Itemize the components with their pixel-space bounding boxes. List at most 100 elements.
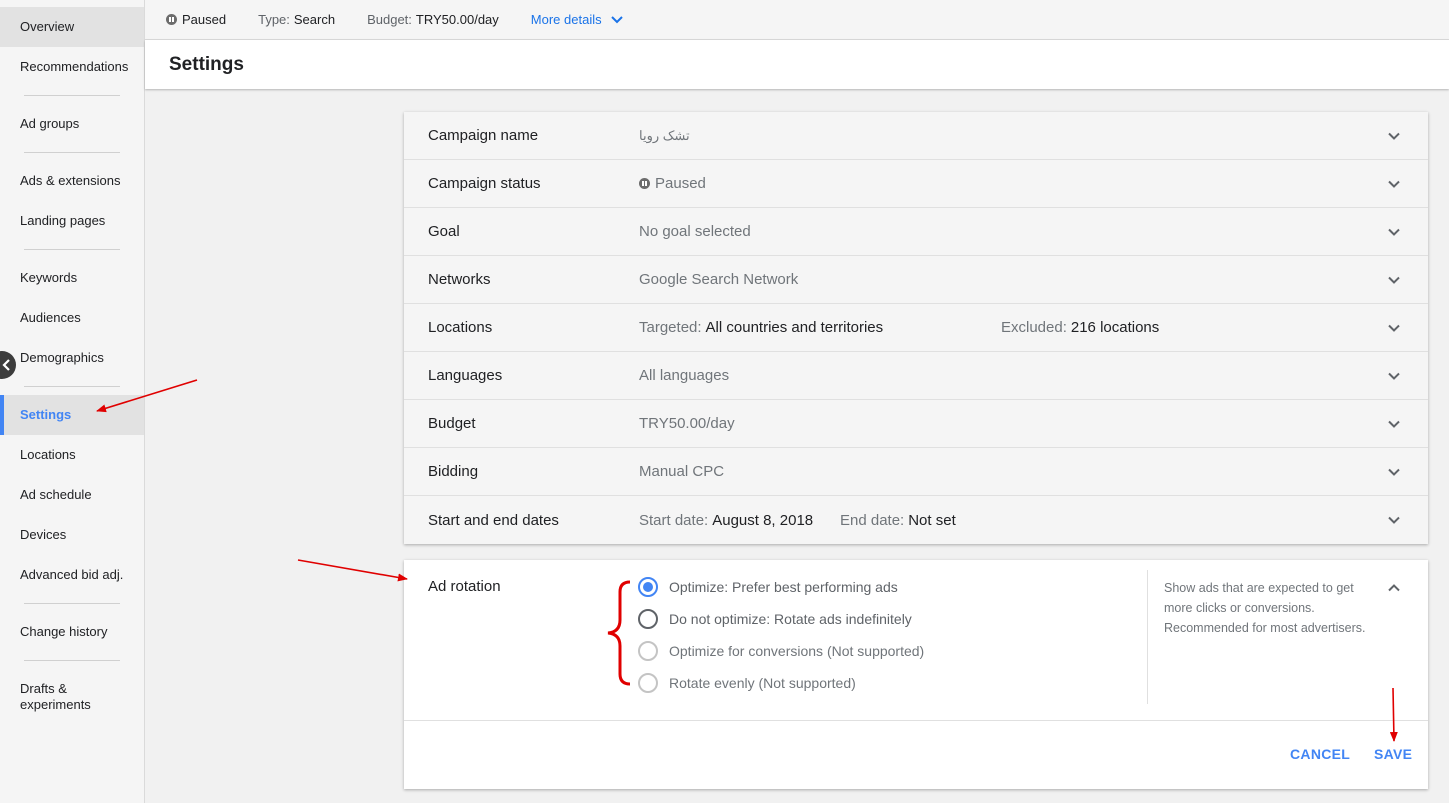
campaign-budget: Budget: TRY50.00/day xyxy=(367,12,499,27)
setting-row-languages[interactable]: Languages All languages xyxy=(404,352,1428,400)
sidebar-item-label: Settings xyxy=(20,407,72,422)
ad-rotation-panel: Ad rotation Optimize: Prefer best perfor… xyxy=(404,560,1428,789)
setting-row-budget[interactable]: Budget TRY50.00/day xyxy=(404,400,1428,448)
option-label: Optimize: Prefer best performing ads xyxy=(669,579,898,595)
page-title: Settings xyxy=(169,53,244,75)
setting-label: Bidding xyxy=(428,463,479,480)
chevron-left-icon xyxy=(2,359,10,371)
setting-row-dates[interactable]: Start and end dates Start date: August 8,… xyxy=(404,496,1428,544)
targeted-value: All countries and territories xyxy=(705,319,884,336)
setting-label: Networks xyxy=(428,271,491,288)
option-label: Do not optimize: Rotate ads indefinitely xyxy=(669,611,912,627)
sidebar-item-overview[interactable]: Overview xyxy=(0,7,144,47)
sidebar-item-label: Drafts & xyxy=(20,681,67,696)
setting-value-excluded: Excluded: 216 locations xyxy=(1001,319,1159,336)
sidebar-divider xyxy=(24,95,120,96)
radio-button[interactable] xyxy=(638,609,658,629)
excluded-value: 216 locations xyxy=(1070,319,1160,336)
sidebar-item-label: Change history xyxy=(20,624,108,639)
pause-icon xyxy=(639,178,650,189)
setting-label: Languages xyxy=(428,367,503,384)
radio-button-disabled xyxy=(638,641,658,661)
ad-rotation-option-optimize[interactable]: Optimize: Prefer best performing ads xyxy=(638,577,898,597)
settings-list: Campaign name تشک رویا Campaign status P… xyxy=(404,112,1428,544)
chevron-down-icon xyxy=(1388,276,1400,284)
setting-value: تشک رویا xyxy=(639,127,690,143)
sidebar-divider xyxy=(24,152,120,153)
type-value: Search xyxy=(293,12,336,27)
sidebar-item-label-line2: experiments xyxy=(20,697,91,712)
sidebar-item-drafts-experiments[interactable]: Drafts & experiments xyxy=(0,675,144,719)
help-text: Show ads that are expected to get more c… xyxy=(1147,570,1377,704)
sidebar-item-advanced-bid-adj[interactable]: Advanced bid adj. xyxy=(0,555,144,595)
sidebar-divider xyxy=(24,603,120,604)
type-label: Type: xyxy=(258,12,290,27)
save-button[interactable]: SAVE xyxy=(1374,746,1412,762)
chevron-down-icon xyxy=(1388,228,1400,236)
setting-label: Locations xyxy=(428,319,493,336)
chevron-down-icon xyxy=(610,15,623,23)
option-label: Rotate evenly (Not supported) xyxy=(669,675,856,691)
chevron-down-icon xyxy=(1388,516,1400,524)
setting-label: Start and end dates xyxy=(428,511,559,529)
sidebar-item-label: Keywords xyxy=(20,270,78,285)
setting-row-goal[interactable]: Goal No goal selected xyxy=(404,208,1428,256)
sidebar-item-audiences[interactable]: Audiences xyxy=(0,298,144,338)
sidebar-item-locations[interactable]: Locations xyxy=(0,435,144,475)
setting-value-end: End date: Not set xyxy=(840,512,956,529)
setting-label: Budget xyxy=(428,415,476,432)
sidebar-item-devices[interactable]: Devices xyxy=(0,515,144,555)
cancel-button[interactable]: CANCEL xyxy=(1290,746,1350,762)
sidebar-item-keywords[interactable]: Keywords xyxy=(0,258,144,298)
setting-row-campaign-status[interactable]: Campaign status Paused xyxy=(404,160,1428,208)
sidebar-divider xyxy=(24,386,120,387)
chevron-down-icon xyxy=(1388,324,1400,332)
sidebar-divider xyxy=(24,660,120,661)
sidebar-item-label: Landing pages xyxy=(20,213,106,228)
setting-value: Google Search Network xyxy=(639,271,799,288)
status-text: Paused xyxy=(182,12,227,27)
sidebar-item-change-history[interactable]: Change history xyxy=(0,612,144,652)
setting-row-campaign-name[interactable]: Campaign name تشک رویا xyxy=(404,112,1428,160)
budget-value: TRY50.00/day xyxy=(415,12,499,27)
ad-rotation-option-do-not-optimize[interactable]: Do not optimize: Rotate ads indefinitely xyxy=(638,609,912,629)
sidebar-item-ad-groups[interactable]: Ad groups xyxy=(0,104,144,144)
ad-rotation-label: Ad rotation xyxy=(428,578,501,595)
excluded-label: Excluded: xyxy=(1001,319,1067,336)
setting-value: Paused xyxy=(639,175,706,192)
start-date-value: August 8, 2018 xyxy=(712,511,814,529)
setting-label: Campaign name xyxy=(428,127,539,144)
sidebar-item-label: Ad groups xyxy=(20,116,80,131)
more-details-label: More details xyxy=(530,12,602,27)
sidebar-item-label: Devices xyxy=(20,527,67,542)
sidebar-item-ad-schedule[interactable]: Ad schedule xyxy=(0,475,144,515)
sidebar-nav: Overview Recommendations Ad groups Ads &… xyxy=(0,0,145,803)
sidebar-item-label: Audiences xyxy=(20,310,81,325)
ad-rotation-option-conversions: Optimize for conversions (Not supported) xyxy=(638,641,924,661)
chevron-up-icon[interactable] xyxy=(1388,582,1400,594)
sidebar-item-label: Ads & extensions xyxy=(20,173,121,188)
sidebar-item-label: Ad schedule xyxy=(20,487,92,502)
end-date-value: Not set xyxy=(908,511,956,529)
sidebar-item-label: Demographics xyxy=(20,350,104,365)
setting-value: Manual CPC xyxy=(639,463,725,480)
setting-value-start: Start date: August 8, 2018 xyxy=(639,512,813,529)
setting-value: No goal selected xyxy=(639,223,751,240)
sidebar-item-settings[interactable]: Settings xyxy=(0,395,144,435)
sidebar-divider xyxy=(24,249,120,250)
sidebar-item-landing-pages[interactable]: Landing pages xyxy=(0,201,144,241)
more-details-link[interactable]: More details xyxy=(531,12,624,27)
sidebar-item-recommendations[interactable]: Recommendations xyxy=(0,47,144,87)
pause-icon xyxy=(166,14,177,25)
campaign-type: Type: Search xyxy=(258,12,335,27)
setting-row-bidding[interactable]: Bidding Manual CPC xyxy=(404,448,1428,496)
setting-row-locations[interactable]: Locations Targeted: All countries and ter… xyxy=(404,304,1428,352)
sidebar-item-demographics[interactable]: Demographics xyxy=(0,338,144,378)
setting-value: All languages xyxy=(639,367,730,384)
sidebar-item-label: Overview xyxy=(20,19,75,34)
radio-button-selected[interactable] xyxy=(638,577,658,597)
chevron-down-icon xyxy=(1388,372,1400,380)
status-text: Paused xyxy=(655,175,706,192)
setting-row-networks[interactable]: Networks Google Search Network xyxy=(404,256,1428,304)
sidebar-item-ads-extensions[interactable]: Ads & extensions xyxy=(0,161,144,201)
